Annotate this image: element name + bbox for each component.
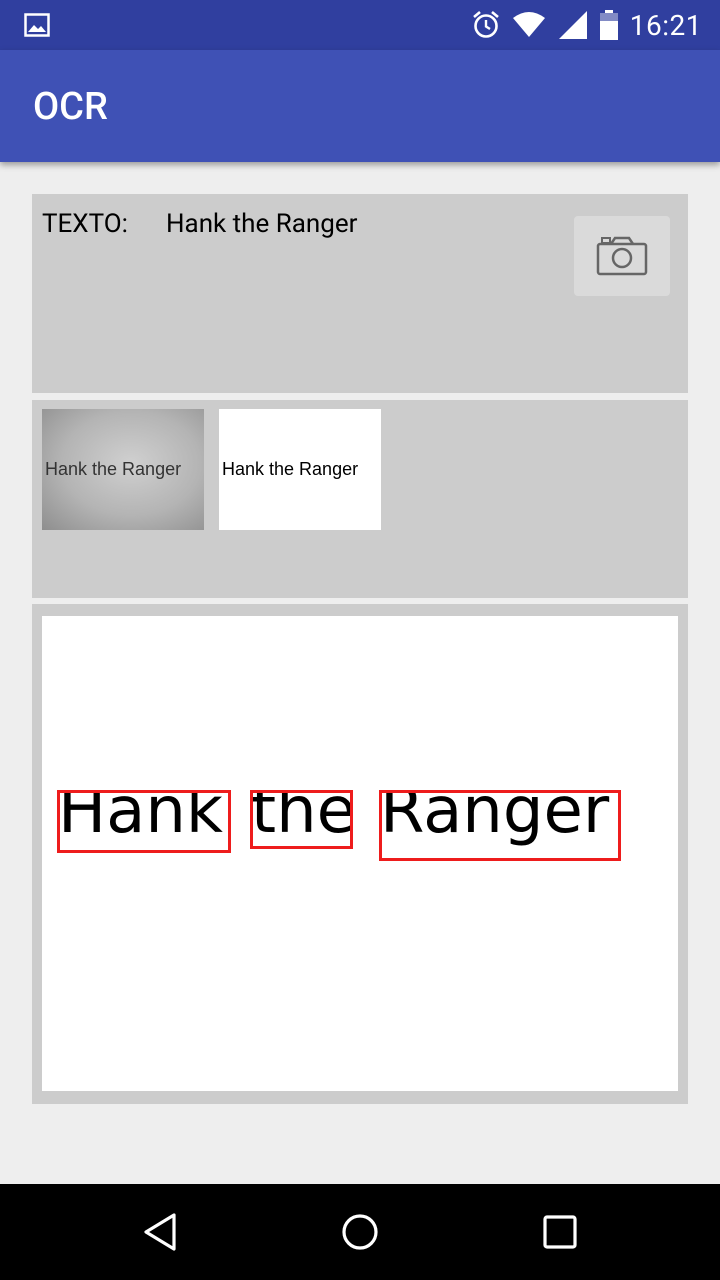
recognized-text-panel: TEXTO: Hank the Ranger bbox=[32, 194, 688, 393]
processed-thumbnail-text: Hank the Ranger bbox=[222, 459, 359, 479]
camera-button[interactable] bbox=[574, 216, 670, 296]
battery-icon bbox=[599, 10, 618, 40]
detected-word: the bbox=[251, 790, 353, 848]
result-panel: Hank the Ranger bbox=[32, 604, 688, 1104]
original-thumbnail-text: Hank the Ranger bbox=[45, 459, 182, 479]
thumbnails-panel: Hank the Ranger Hank the Ranger bbox=[32, 400, 688, 598]
back-button[interactable] bbox=[140, 1212, 180, 1252]
word-box: Hank bbox=[57, 790, 231, 853]
detected-word: Hank bbox=[58, 790, 223, 848]
app-bar: OCR bbox=[0, 50, 720, 162]
alarm-icon bbox=[472, 11, 499, 38]
home-icon bbox=[342, 1214, 378, 1250]
clock: 16:21 bbox=[629, 8, 702, 42]
recents-button[interactable] bbox=[540, 1212, 580, 1252]
cell-signal-icon bbox=[558, 11, 587, 39]
processed-image-thumbnail[interactable]: Hank the Ranger bbox=[219, 409, 381, 530]
recents-icon bbox=[543, 1215, 577, 1249]
original-photo-thumbnail[interactable]: Hank the Ranger bbox=[42, 409, 204, 530]
wifi-icon bbox=[512, 12, 545, 37]
camera-icon bbox=[596, 236, 648, 276]
status-icons: 16:21 bbox=[472, 8, 702, 42]
gallery-notification-icon bbox=[24, 13, 50, 37]
back-icon bbox=[144, 1213, 176, 1251]
ocr-result-image: Hank the Ranger bbox=[42, 616, 678, 1091]
word-box: the bbox=[250, 790, 353, 849]
recognized-text-value: Hank the Ranger bbox=[166, 209, 358, 239]
status-bar: 16:21 bbox=[0, 0, 720, 50]
navigation-bar bbox=[0, 1184, 720, 1280]
word-box: Ranger bbox=[379, 790, 621, 861]
texto-label: TEXTO: bbox=[42, 209, 128, 239]
home-button[interactable] bbox=[340, 1212, 380, 1252]
app-title: OCR bbox=[33, 85, 108, 129]
detected-word: Ranger bbox=[380, 790, 610, 848]
